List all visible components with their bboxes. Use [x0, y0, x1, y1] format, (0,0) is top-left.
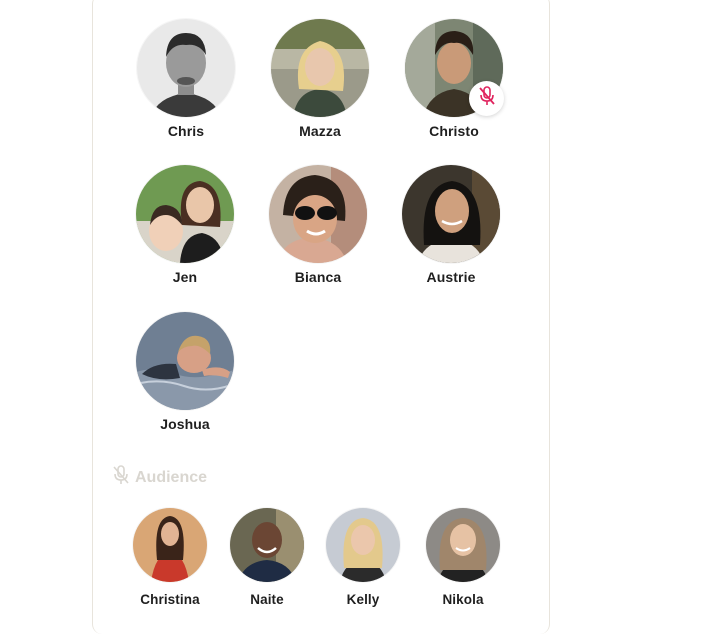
avatar	[230, 508, 304, 582]
audience-kelly[interactable]: Kelly	[308, 508, 418, 607]
audience-naite[interactable]: Naite	[212, 508, 322, 607]
audience-name: Christina	[140, 592, 200, 607]
audience-nikola[interactable]: Nikola	[408, 508, 518, 607]
avatar	[269, 165, 367, 263]
audience-name: Naite	[250, 592, 284, 607]
avatar	[136, 165, 234, 263]
speaker-mazza[interactable]: Mazza	[265, 19, 375, 139]
muted-microphone-icon	[478, 86, 496, 111]
speaker-austrie[interactable]: Austrie	[396, 165, 506, 285]
avatar	[133, 508, 207, 582]
audience-name: Nikola	[442, 592, 484, 607]
speaker-name: Joshua	[160, 416, 210, 432]
speaker-christo[interactable]: Christo	[399, 19, 509, 139]
avatar	[426, 508, 500, 582]
avatar	[402, 165, 500, 263]
speaker-joshua[interactable]: Joshua	[130, 312, 240, 432]
speaker-jen[interactable]: Jen	[130, 165, 240, 285]
avatar	[137, 19, 235, 117]
audience-christina[interactable]: Christina	[115, 508, 225, 607]
audience-section-label: Audience	[135, 468, 208, 486]
avatar	[271, 19, 369, 117]
speaker-name: Mazza	[299, 123, 341, 139]
speaker-name: Bianca	[294, 269, 342, 285]
speaker-name: Christo	[429, 123, 479, 139]
speaker-bianca[interactable]: Bianca	[263, 165, 373, 285]
speaker-name: Austrie	[426, 269, 476, 285]
speaker-name: Jen	[172, 269, 198, 285]
avatar	[136, 312, 234, 410]
avatar	[326, 508, 400, 582]
microphone-icon	[113, 465, 129, 490]
audience-name: Kelly	[346, 592, 380, 607]
speaker-name: Chris	[167, 123, 205, 139]
audience-section-header: Audience	[113, 465, 207, 490]
speaker-chris[interactable]: Chris	[131, 19, 241, 139]
muted-badge	[469, 81, 504, 116]
